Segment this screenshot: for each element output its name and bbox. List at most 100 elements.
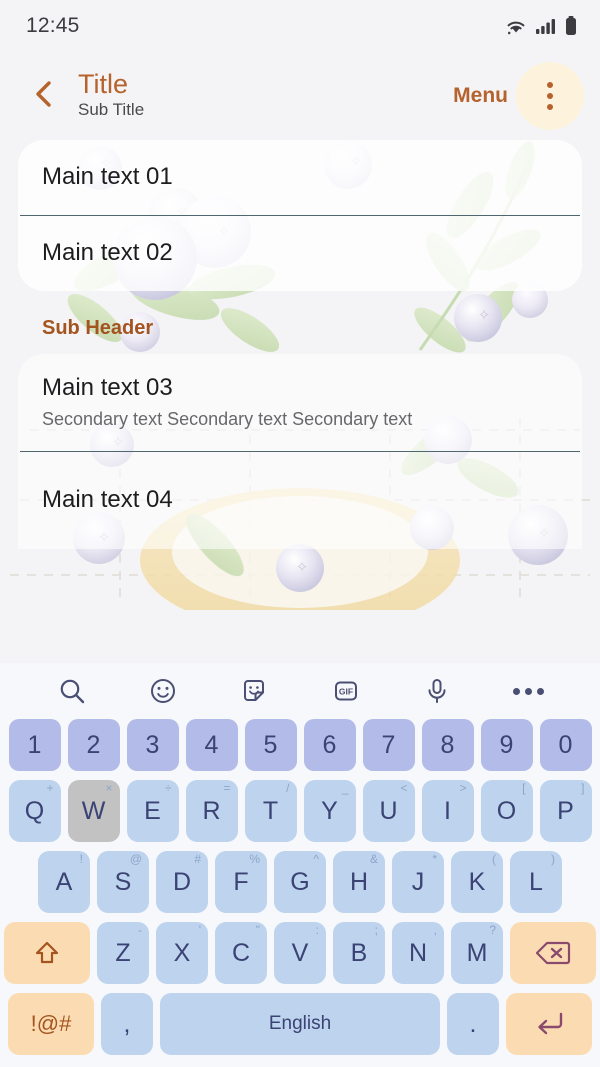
- key-c[interactable]: " C: [215, 922, 267, 984]
- key-o[interactable]: [O: [480, 780, 533, 842]
- sub-header: Sub Header: [42, 317, 154, 339]
- key-7[interactable]: 7: [362, 719, 415, 771]
- list-item[interactable]: Main text 03 Secondary text Secondary te…: [18, 354, 582, 451]
- key-h-label: H: [349, 867, 369, 896]
- search-icon[interactable]: [50, 669, 94, 713]
- key-h[interactable]: & H: [333, 851, 385, 913]
- key-2[interactable]: 2: [67, 719, 120, 771]
- key-a-sup: !: [79, 852, 83, 866]
- key-e-label: E: [144, 796, 161, 825]
- key-l-label: L: [529, 867, 543, 896]
- key-g-label: G: [290, 867, 310, 896]
- key-v-sup: :: [315, 923, 319, 937]
- comma-key[interactable]: ,: [101, 993, 153, 1055]
- key-w-sup: ×: [105, 781, 113, 795]
- overflow-menu-button[interactable]: [516, 62, 584, 130]
- key-s-sup: @: [129, 852, 142, 866]
- key-n-sup: ,: [433, 923, 437, 937]
- key-w[interactable]: × W: [67, 780, 120, 842]
- wifi-icon: [504, 16, 528, 36]
- status-icon-group: [504, 15, 578, 37]
- svg-text:GIF: GIF: [339, 687, 353, 697]
- key-d[interactable]: # D: [156, 851, 208, 913]
- key-y[interactable]: _ Y: [303, 780, 356, 842]
- gif-icon[interactable]: GIF: [324, 669, 368, 713]
- key-n[interactable]: ,N: [392, 922, 444, 984]
- key-d-sup: #: [194, 852, 201, 866]
- key-4[interactable]: 4: [185, 719, 238, 771]
- list-item[interactable]: Main text 02: [18, 216, 582, 291]
- key-f-label: F: [233, 867, 249, 896]
- shift-key[interactable]: [4, 922, 90, 984]
- key-e[interactable]: ÷ E: [126, 780, 179, 842]
- key-y-label: Y: [321, 796, 338, 825]
- key-f[interactable]: % F: [215, 851, 267, 913]
- key-9[interactable]: 9: [480, 719, 533, 771]
- key-k-sup: (: [492, 852, 496, 866]
- key-6[interactable]: 6: [303, 719, 356, 771]
- key-b[interactable]: ; B: [333, 922, 385, 984]
- key-1[interactable]: 1: [8, 719, 61, 771]
- keyboard-number-row: 1 2 3 4 5 6 7 8 9 0: [0, 719, 600, 771]
- app-bar: Title Sub Title Menu: [0, 52, 600, 140]
- more-options-icon[interactable]: [506, 669, 550, 713]
- key-v[interactable]: :V: [274, 922, 326, 984]
- list-item-title: Main text 03: [42, 373, 173, 401]
- key-0[interactable]: 0: [539, 719, 592, 771]
- key-r-label: R: [202, 796, 221, 825]
- overflow-menu-icon: [547, 82, 553, 110]
- list-item-title: Main text 01: [42, 163, 173, 191]
- key-t-label: T: [262, 796, 279, 825]
- key-c-label: C: [231, 938, 251, 967]
- key-t[interactable]: / T: [244, 780, 297, 842]
- key-y-sup: _: [341, 781, 349, 795]
- key-m[interactable]: ? M: [451, 922, 503, 984]
- key-m-sup: ?: [489, 923, 496, 937]
- key-m-label: M: [466, 938, 488, 967]
- key-l[interactable]: ) L: [510, 851, 562, 913]
- key-5[interactable]: 5: [244, 719, 297, 771]
- key-p[interactable]: ] P: [539, 780, 592, 842]
- signal-icon: [535, 16, 557, 36]
- key-a-label: A: [55, 867, 73, 896]
- key-q-label: Q: [24, 796, 45, 825]
- key-8[interactable]: 8: [421, 719, 474, 771]
- key-u[interactable]: < U: [362, 780, 415, 842]
- key-j-label: J: [411, 867, 425, 896]
- symbols-key[interactable]: !@#: [8, 993, 94, 1055]
- key-z[interactable]: -Z: [97, 922, 149, 984]
- key-s[interactable]: @ S: [97, 851, 149, 913]
- key-p-sup: ]: [581, 781, 585, 795]
- key-x[interactable]: ' X: [156, 922, 208, 984]
- microphone-icon[interactable]: [415, 669, 459, 713]
- key-o-label: O: [496, 796, 517, 825]
- key-i[interactable]: > I: [421, 780, 474, 842]
- enter-key[interactable]: [506, 993, 592, 1055]
- key-q-sup: +: [46, 781, 54, 795]
- key-z-label: Z: [115, 938, 131, 967]
- key-k[interactable]: (K: [451, 851, 503, 913]
- sticker-icon[interactable]: [232, 669, 276, 713]
- backspace-key[interactable]: [510, 922, 596, 984]
- key-r[interactable]: = R: [185, 780, 238, 842]
- key-t-sup: /: [286, 781, 290, 795]
- key-3[interactable]: 3: [126, 719, 179, 771]
- key-a[interactable]: ! A: [38, 851, 90, 913]
- key-j[interactable]: * J: [392, 851, 444, 913]
- status-time: 12:45: [26, 14, 80, 37]
- list-item[interactable]: Main text 01: [18, 140, 582, 215]
- key-q[interactable]: + Q: [8, 780, 61, 842]
- title-block: Title Sub Title: [78, 70, 453, 122]
- key-d-label: D: [172, 867, 192, 896]
- key-u-sup: <: [400, 781, 408, 795]
- keyboard-function-row: !@# , English .: [0, 993, 600, 1055]
- emoji-icon[interactable]: [141, 669, 185, 713]
- key-g[interactable]: ^ G: [274, 851, 326, 913]
- space-key[interactable]: English: [160, 993, 440, 1055]
- key-u-label: U: [379, 796, 398, 825]
- menu-button[interactable]: Menu: [453, 84, 508, 108]
- back-button[interactable]: [22, 74, 66, 118]
- list-item[interactable]: Main text 04: [18, 452, 582, 549]
- period-key[interactable]: .: [447, 993, 499, 1055]
- key-g-sup: ^: [313, 852, 319, 866]
